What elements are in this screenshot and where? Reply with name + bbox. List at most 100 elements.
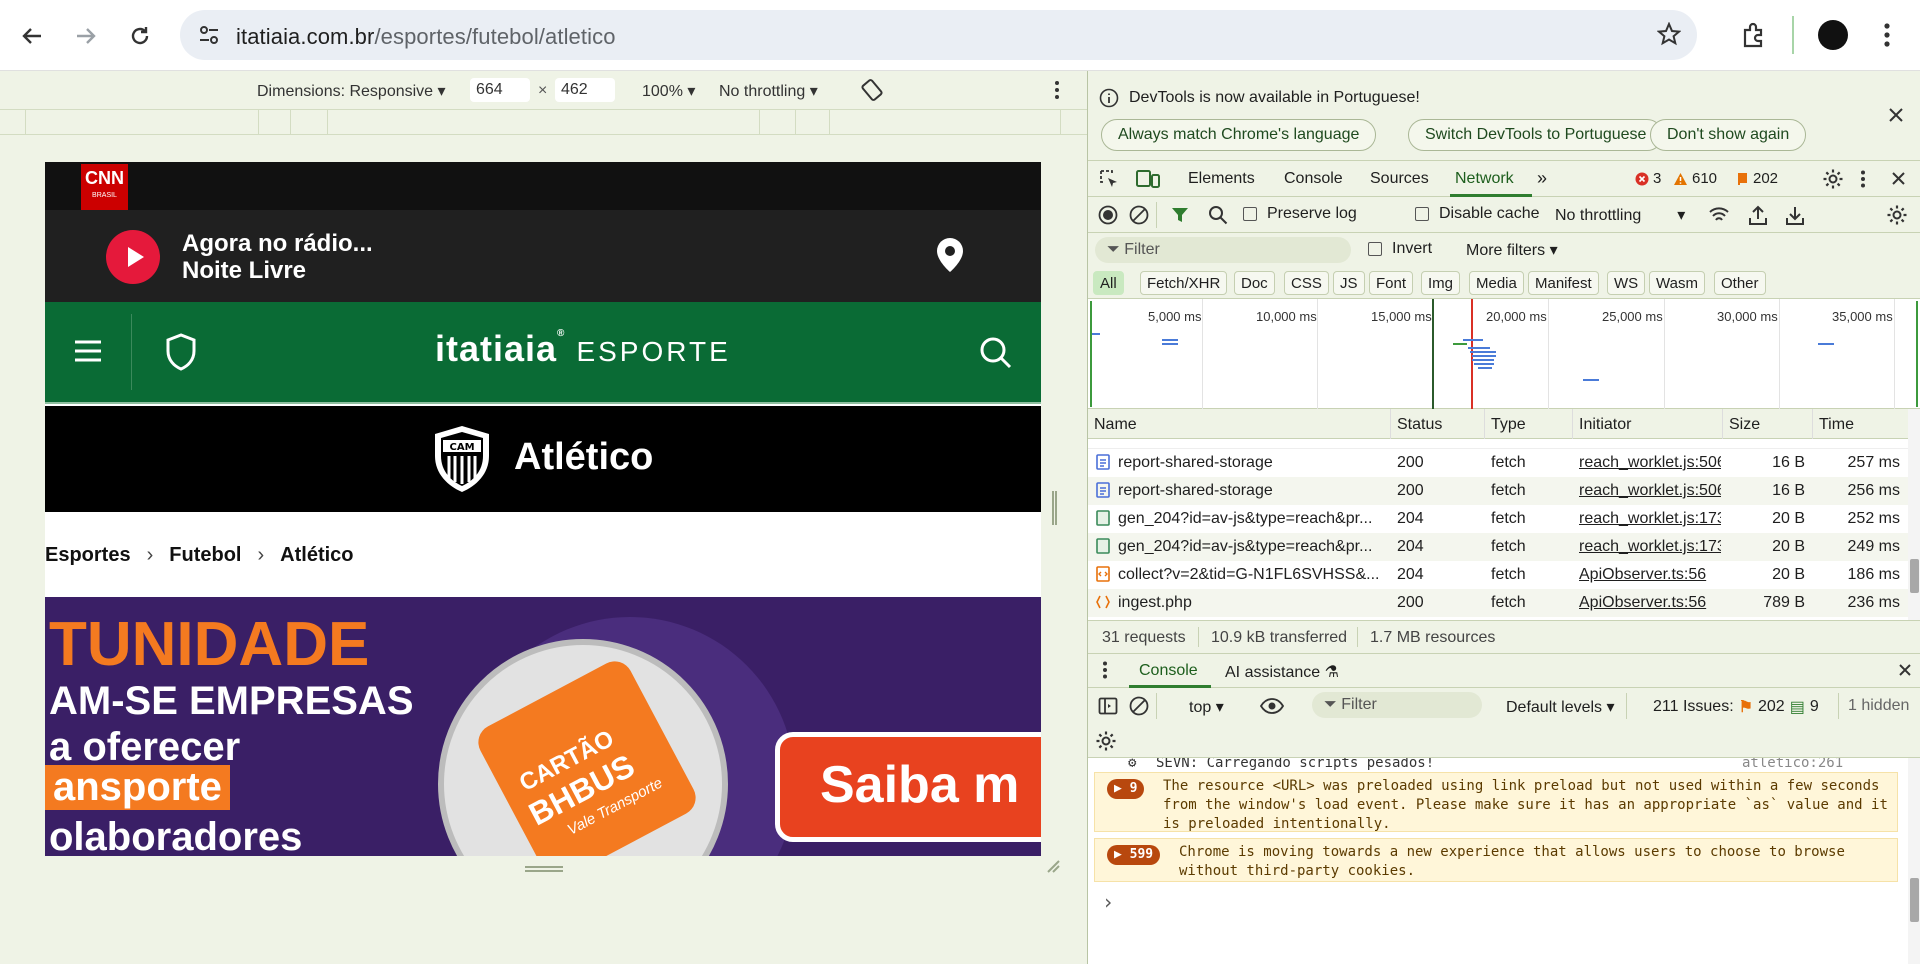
extensions-icon[interactable] <box>1741 22 1767 48</box>
import-har-icon[interactable] <box>1748 204 1768 226</box>
console-warning[interactable]: ▶ 599 Chrome is moving towards a new exp… <box>1094 838 1898 882</box>
column-initiator[interactable]: Initiator <box>1573 409 1723 439</box>
settings-gear-icon[interactable] <box>1822 168 1844 190</box>
dimensions-dropdown[interactable]: Dimensions: Responsive ▾ <box>257 81 446 101</box>
rotate-icon[interactable] <box>860 78 884 102</box>
zoom-dropdown[interactable]: 100% ▾ <box>642 81 695 101</box>
type-filter-fetch-xhr[interactable]: Fetch/XHR <box>1140 271 1228 295</box>
more-tabs-icon[interactable]: » <box>1537 168 1547 189</box>
search-icon[interactable] <box>979 336 1013 370</box>
filter-funnel-icon[interactable] <box>1170 205 1190 225</box>
table-row[interactable]: gen_204?id=av-js&type=reach&pr... 204 fe… <box>1088 505 1908 533</box>
hamburger-menu-icon[interactable] <box>73 339 103 363</box>
close-devtools-icon[interactable] <box>1891 171 1906 186</box>
table-row[interactable]: ingest.php 200 fetch ApiObserver.ts:56 7… <box>1088 589 1908 617</box>
kebab-menu-icon[interactable] <box>1883 22 1891 48</box>
drawer-menu-icon[interactable] <box>1102 661 1108 679</box>
network-throttling-dropdown[interactable]: No throttling ▾ <box>1555 205 1685 225</box>
back-arrow-icon[interactable] <box>12 16 52 56</box>
clear-icon[interactable] <box>1129 205 1149 225</box>
row-initiator-link[interactable]: reach_worklet.js:173 <box>1579 510 1721 528</box>
breadcrumb-atletico[interactable]: Atlético <box>280 544 353 567</box>
ad-cta-button[interactable]: Saiba m <box>775 732 1041 842</box>
type-filter-wasm[interactable]: Wasm <box>1649 271 1705 295</box>
tab-elements[interactable]: Elements <box>1188 170 1255 188</box>
close-icon[interactable] <box>1888 107 1904 123</box>
type-filter-js[interactable]: JS <box>1333 271 1365 295</box>
ad-banner[interactable]: TUNIDADE AM-SE EMPRESAS a oferecer anspo… <box>45 597 1041 856</box>
issues-link[interactable]: 211 Issues: ⚑ 202 ▤ 9 <box>1653 697 1819 717</box>
cnn-logo[interactable]: CNN BRASIL <box>81 164 128 211</box>
log-levels-dropdown[interactable]: Default levels ▾ <box>1506 697 1615 717</box>
reload-icon[interactable] <box>120 16 160 56</box>
url-text[interactable]: itatiaia.com.br/esportes/futebol/atletic… <box>236 24 616 50</box>
shield-icon[interactable] <box>164 332 198 372</box>
column-time[interactable]: Time <box>1813 409 1908 439</box>
type-filter-media[interactable]: Media <box>1469 271 1524 295</box>
column-status[interactable]: Status <box>1391 409 1485 439</box>
dont-show-again-button[interactable]: Don't show again <box>1650 119 1807 151</box>
play-button[interactable] <box>106 230 160 284</box>
console-source-link[interactable]: atletico:261 <box>1742 758 1843 771</box>
type-filter-other[interactable]: Other <box>1714 271 1766 295</box>
close-drawer-icon[interactable] <box>1898 663 1912 677</box>
tab-console[interactable]: Console <box>1284 170 1343 188</box>
row-initiator-link[interactable]: reach_worklet.js:173 <box>1579 538 1721 556</box>
scrollbar-thumb[interactable] <box>1910 878 1919 922</box>
address-bar[interactable]: itatiaia.com.br/esportes/futebol/atletic… <box>180 10 1697 60</box>
breadcrumb-futebol[interactable]: Futebol <box>169 544 241 567</box>
throttling-dropdown[interactable]: No throttling ▾ <box>719 81 818 101</box>
sidebar-toggle-icon[interactable] <box>1098 696 1118 716</box>
brand-logo[interactable]: itatiaia® ESPORTE <box>435 328 731 370</box>
console-settings-icon[interactable] <box>1095 730 1117 752</box>
table-row[interactable]: collect?v=2&tid=G-N1FL6SVHSS&... 204 fet… <box>1088 561 1908 589</box>
search-icon[interactable] <box>1208 205 1228 225</box>
network-settings-icon[interactable] <box>1886 204 1908 226</box>
site-info-icon[interactable] <box>198 24 220 46</box>
clear-console-icon[interactable] <box>1129 696 1149 716</box>
invert-checkbox[interactable]: Invert <box>1368 240 1432 258</box>
table-row[interactable]: report-shared-storage 200 fetch reach_wo… <box>1088 477 1908 505</box>
resize-corner-icon[interactable] <box>1046 859 1060 873</box>
network-conditions-icon[interactable] <box>1708 205 1730 225</box>
live-expression-eye-icon[interactable] <box>1260 697 1284 715</box>
type-filter-css[interactable]: CSS <box>1284 271 1329 295</box>
network-overview-timeline[interactable]: 5,000 ms 10,000 ms 15,000 ms 20,000 ms 2… <box>1088 299 1920 409</box>
more-filters-dropdown[interactable]: More filters ▾ <box>1466 240 1558 260</box>
inspect-element-icon[interactable] <box>1098 168 1120 190</box>
forward-arrow-icon[interactable] <box>66 16 106 56</box>
tab-sources[interactable]: Sources <box>1370 170 1429 188</box>
type-filter-ws[interactable]: WS <box>1607 271 1646 295</box>
row-initiator-link[interactable]: reach_worklet.js:506 <box>1579 482 1721 500</box>
column-type[interactable]: Type <box>1485 409 1573 439</box>
row-initiator-link[interactable]: reach_worklet.js:506 <box>1579 454 1721 472</box>
console-scrollbar[interactable] <box>1908 758 1920 964</box>
type-filter-img[interactable]: Img <box>1421 271 1461 295</box>
console-filter-input[interactable]: ⏷ Filter <box>1312 692 1482 718</box>
height-input[interactable]: 462 <box>555 78 615 102</box>
type-filter-manifest[interactable]: Manifest <box>1528 271 1599 295</box>
bookmark-star-icon[interactable] <box>1657 22 1681 46</box>
drawer-tab-console[interactable]: Console <box>1139 662 1198 680</box>
type-filter-doc[interactable]: Doc <box>1234 271 1275 295</box>
column-size[interactable]: Size <box>1723 409 1813 439</box>
disable-cache-checkbox[interactable]: Disable cache <box>1415 205 1540 223</box>
devtools-menu-icon[interactable] <box>1860 170 1866 188</box>
console-warning[interactable]: ▶ 9 The resource <URL> was preloaded usi… <box>1094 772 1898 832</box>
error-counter[interactable]: 3 <box>1635 170 1661 187</box>
width-input[interactable]: 664 <box>470 78 530 102</box>
location-pin-icon[interactable] <box>934 236 966 274</box>
scrollbar-thumb[interactable] <box>1910 559 1919 593</box>
match-language-button[interactable]: Always match Chrome's language <box>1101 119 1377 151</box>
breadcrumb-esportes[interactable]: Esportes <box>45 544 131 567</box>
device-options-icon[interactable] <box>1054 80 1060 100</box>
context-selector[interactable]: top ▾ <box>1189 697 1224 717</box>
table-row[interactable]: report-shared-storage 200 fetch reach_wo… <box>1088 449 1908 477</box>
type-filter-all[interactable]: All <box>1093 271 1124 295</box>
resize-handle-right[interactable] <box>1052 491 1057 525</box>
warning-counter[interactable]: 610 <box>1673 170 1717 187</box>
tab-network[interactable]: Network <box>1455 170 1514 188</box>
row-initiator-link[interactable]: ApiObserver.ts:56 <box>1579 566 1721 584</box>
record-icon[interactable] <box>1098 205 1118 225</box>
type-filter-font[interactable]: Font <box>1369 271 1414 295</box>
